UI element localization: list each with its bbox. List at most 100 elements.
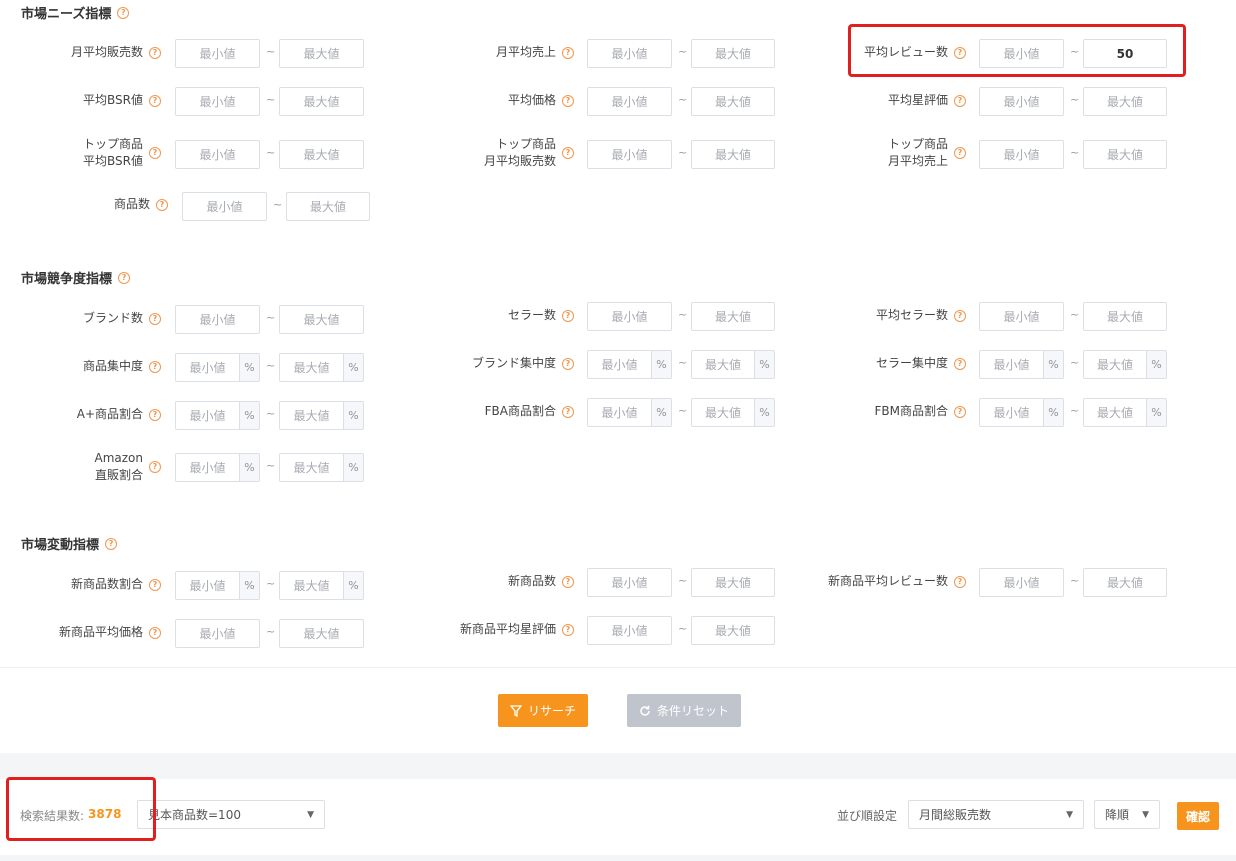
help-icon[interactable]: ? [149,461,161,473]
help-icon[interactable]: ? [562,147,574,159]
min-input[interactable]: 最小値 [979,140,1064,169]
min-input[interactable]: 最小値 [175,39,260,68]
range-separator: ~ [266,45,276,58]
label-aplus-ratio: A+商品割合? [77,406,161,423]
min-input[interactable]: 最小値 [979,302,1064,331]
range-separator: ~ [266,407,276,420]
min-percent-input[interactable]: 最小値% [587,398,672,427]
max-input[interactable]: 最大値 [1083,87,1167,116]
max-input[interactable]: 最大値 [279,39,364,68]
min-percent-input[interactable]: 最小値% [587,350,672,379]
max-input[interactable]: 最大値 [279,619,364,648]
max-input[interactable]: 最大値 [279,305,364,334]
help-icon[interactable]: ? [562,575,574,588]
help-icon[interactable]: ? [105,537,118,550]
label-amazon-direct-ratio: Amazon 直販割合? [95,450,161,484]
section-title-needs: 市場ニーズ指標 ? [21,3,130,22]
help-icon[interactable]: ? [954,575,966,588]
help-icon[interactable]: ? [562,94,574,107]
help-icon[interactable]: ? [562,357,574,370]
help-icon[interactable]: ? [562,309,574,322]
min-input[interactable]: 最小値 [587,140,672,169]
min-input[interactable]: 最小値 [175,140,260,169]
max-input[interactable]: 最大値 [279,140,364,169]
sort-field-select[interactable]: 月間総販売数 ▼ [908,800,1084,829]
min-input[interactable]: 最小値 [175,87,260,116]
help-icon[interactable]: ? [954,405,966,418]
help-icon[interactable]: ? [954,94,966,107]
range-separator: ~ [1070,404,1080,417]
range-separator: ~ [678,574,688,587]
sample-count-select[interactable]: 見本商品数=100 ▼ [137,800,325,829]
help-icon[interactable]: ? [149,147,161,159]
help-icon[interactable]: ? [149,312,161,325]
caret-down-icon: ▼ [307,809,314,820]
help-icon[interactable]: ? [954,357,966,370]
help-icon[interactable]: ? [562,405,574,418]
divider [0,667,1236,668]
max-percent-input[interactable]: 最大値% [279,453,364,482]
caret-down-icon: ▼ [1066,809,1073,820]
help-icon[interactable]: ? [149,578,161,591]
help-icon[interactable]: ? [954,309,966,322]
help-icon[interactable]: ? [562,623,574,636]
max-input[interactable]: 最大値 [279,87,364,116]
max-percent-input[interactable]: 最大値% [691,350,775,379]
min-percent-input[interactable]: 最小値% [175,401,260,430]
min-input[interactable]: 最小値 [979,568,1064,597]
max-percent-input[interactable]: 最大値% [279,571,364,600]
max-input[interactable]: 最大値 [1083,568,1167,597]
min-input[interactable]: 最小値 [979,87,1064,116]
max-input[interactable]: 最大値 [691,87,775,116]
reset-conditions-button[interactable]: 条件リセット [627,694,741,727]
max-input[interactable]: 最大値 [1083,302,1167,331]
section-title-competition: 市場競争度指標 ? [21,268,131,287]
min-input[interactable]: 最小値 [175,619,260,648]
help-icon[interactable]: ? [149,94,161,107]
max-input[interactable]: 最大値 [1083,140,1167,169]
help-icon[interactable]: ? [954,147,966,159]
max-input[interactable]: 最大値 [691,140,775,169]
label-monthly-avg-revenue: 月平均売上? [496,44,574,61]
range-separator: ~ [1070,146,1080,159]
min-percent-input[interactable]: 最小値% [979,398,1064,427]
help-icon[interactable]: ? [156,198,168,211]
max-percent-input[interactable]: 最大値% [279,401,364,430]
min-percent-input[interactable]: 最小値% [175,571,260,600]
max-input[interactable]: 最大値 [691,568,775,597]
min-input[interactable]: 最小値 [587,568,672,597]
help-icon[interactable]: ? [117,6,130,19]
min-percent-input[interactable]: 最小値% [175,353,260,382]
min-percent-input[interactable]: 最小値% [979,350,1064,379]
caret-down-icon: ▼ [1142,809,1149,820]
min-input[interactable]: 最小値 [587,302,672,331]
max-input[interactable]: 最大値 [691,39,775,68]
range-separator: ~ [266,359,276,372]
max-input[interactable]: 最大値 [691,616,775,645]
confirm-button[interactable]: 確認 [1177,802,1219,830]
max-percent-input[interactable]: 最大値% [1083,350,1167,379]
highlight-box [6,777,156,841]
min-input[interactable]: 最小値 [182,192,267,221]
min-input[interactable]: 最小値 [587,616,672,645]
max-input[interactable]: 最大値 [691,302,775,331]
range-separator: ~ [1070,93,1080,106]
research-button[interactable]: リサーチ [498,694,588,727]
help-icon[interactable]: ? [118,271,131,284]
bottom-band [0,855,1236,861]
sort-order-select[interactable]: 降順 ▼ [1094,800,1160,829]
max-percent-input[interactable]: 最大値% [1083,398,1167,427]
help-icon[interactable]: ? [149,46,161,59]
help-icon[interactable]: ? [149,360,161,373]
max-percent-input[interactable]: 最大値% [691,398,775,427]
label-brand-count: ブランド数? [83,310,161,327]
min-input[interactable]: 最小値 [587,39,672,68]
max-input[interactable]: 最大値 [286,192,370,221]
min-percent-input[interactable]: 最小値% [175,453,260,482]
help-icon[interactable]: ? [149,626,161,639]
min-input[interactable]: 最小値 [175,305,260,334]
max-percent-input[interactable]: 最大値% [279,353,364,382]
min-input[interactable]: 最小値 [587,87,672,116]
help-icon[interactable]: ? [149,408,161,421]
help-icon[interactable]: ? [562,46,574,59]
